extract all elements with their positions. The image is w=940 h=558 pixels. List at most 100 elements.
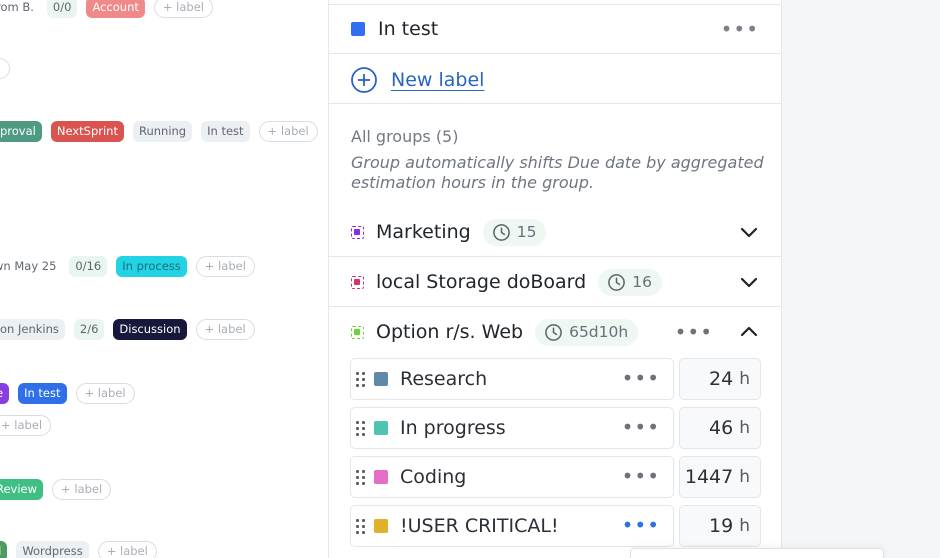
hours-unit: h [739,467,750,487]
label-chip[interactable]: NextSprint [50,120,124,142]
drag-handle-icon[interactable] [356,469,366,485]
duration-value: 65d10h [569,323,629,341]
more-horizontal-icon[interactable]: ••• [622,515,660,535]
group-more-icon[interactable]: ••• [675,322,713,342]
item-name: In progress [400,417,506,439]
add-label-chip[interactable]: + label [195,318,255,340]
drag-handle-icon[interactable] [356,518,366,534]
hours-field[interactable]: 19 h [679,505,761,547]
new-label-button[interactable]: New label [329,56,781,104]
item-name: Coding [400,466,467,488]
label-chip[interactable]: In test [18,382,67,404]
divider [329,53,781,54]
label-chip[interactable]: Wordpress [16,540,89,558]
groups-title: All groups (5) [351,127,459,146]
hours-value: 19 [709,515,734,537]
board-row-3: proval NextSprint Running In test + label [0,120,318,142]
drag-handle-icon[interactable] [356,420,366,436]
group-name: Option r/s. Web [376,321,524,343]
label-chip[interactable]: Running [132,120,193,142]
label-name: In test [378,18,439,40]
label-chip[interactable]: Review [0,478,44,500]
group-header-option-web[interactable]: Option r/s. Web 65d10h ••• [351,312,759,352]
more-horizontal-icon[interactable]: ••• [622,417,660,437]
add-label-chip[interactable]: + label [0,414,52,436]
duration-badge: 15 [482,218,547,246]
label-chip[interactable]: In process [116,255,187,277]
label-chip[interactable]: d [0,540,8,558]
item-card[interactable]: In progress ••• [350,407,674,449]
label-chip[interactable]: proval [0,120,42,142]
add-label-chip[interactable]: + label [97,540,157,558]
groups-hint: Group automatically shifts Due date by a… [351,153,764,192]
task-count-chip: 0/16 [69,255,108,277]
divider [329,103,781,104]
item-color-swatch [374,470,388,484]
group-icon [351,225,364,239]
item-color-swatch [374,519,388,533]
item-color-swatch [374,421,388,435]
item-card[interactable]: Research ••• [350,358,674,400]
item-color-swatch [374,372,388,386]
item-card[interactable]: !USER CRITICAL! ••• [350,505,674,547]
hours-unit: h [739,418,750,438]
duration-value: 16 [632,273,652,291]
item-name: !USER CRITICAL! [400,515,559,537]
duration-badge: 65d10h [535,318,639,346]
group-header-marketing[interactable]: Marketing 15 [351,212,759,252]
board-row-9: d Wordpress + label [0,540,157,558]
add-label-chip[interactable]: + label [153,0,213,18]
clock-icon [545,323,562,341]
label-chip[interactable]: on Jenkins [0,318,65,340]
more-horizontal-icon[interactable]: ••• [622,368,660,388]
hours-value: 1447 [684,466,734,488]
chevron-down-icon[interactable] [739,272,759,292]
label-chip[interactable]: In test [201,120,250,142]
group-header-local-storage[interactable]: local Storage doBoard 16 [351,262,759,302]
add-label-chip[interactable]: + label [75,382,135,404]
item-name: Research [400,368,488,390]
board-background: rom B. 0/0 Account + label proval NextSprint… [0,0,328,558]
chevron-up-icon[interactable] [739,322,759,342]
hours-field[interactable]: 1447 h [679,456,761,498]
chevron-down-icon[interactable] [739,222,759,242]
board-row-1: rom B. 0/0 Account + label [0,0,213,18]
task-count-chip: 0/0 [46,0,78,18]
drag-handle-icon[interactable] [356,371,366,387]
group-item-in-progress: In progress ••• 46 h [350,407,761,449]
label-chip[interactable]: Discussion [113,318,187,340]
label-chip[interactable]: Account [86,0,145,18]
label-chip[interactable]: e [0,382,10,404]
label-chip[interactable] [0,57,10,79]
label-chip: wn May 25 [0,258,57,273]
group-icon [351,275,364,289]
board-row-2 [0,57,10,79]
divider [329,306,781,307]
item-card[interactable]: Coding ••• [350,456,674,498]
hours-unit: h [739,369,750,389]
add-label-chip[interactable]: + label [52,478,112,500]
add-label-chip[interactable]: + label [258,120,318,142]
hours-field[interactable]: 46 h [679,407,761,449]
dropdown-popup [630,548,884,558]
right-backdrop [782,0,940,558]
board-row-6: e In test + label [0,382,135,404]
more-horizontal-icon[interactable]: ••• [721,19,759,39]
group-item-coding: Coding ••• 1447 h [350,456,761,498]
divider [329,256,781,257]
label-chip: rom B. [0,0,34,14]
add-label-chip[interactable]: + label [195,255,255,277]
new-label-link[interactable]: New label [391,69,484,91]
group-name: Marketing [376,221,471,243]
task-count-chip: 2/6 [73,318,105,340]
board-row-5: on Jenkins 2/6 Discussion + label [0,318,255,340]
label-row-in-test[interactable]: In test ••• [329,5,781,53]
hours-field[interactable]: 24 h [679,358,761,400]
group-icon [351,325,364,339]
board-row-8: Review + label [0,478,112,500]
clock-icon [608,273,626,291]
hours-value: 46 [709,417,734,439]
label-color-swatch [351,22,365,36]
group-item-user-critical: !USER CRITICAL! ••• 19 h [350,505,761,547]
more-horizontal-icon[interactable]: ••• [622,466,660,486]
